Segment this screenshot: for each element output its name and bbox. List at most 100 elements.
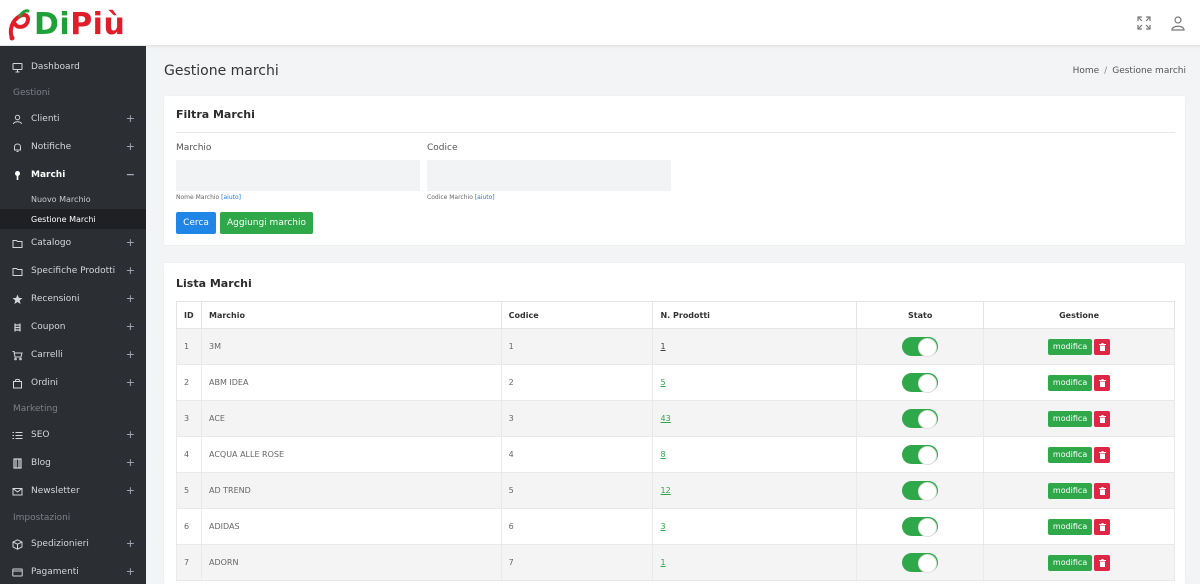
product-count-link[interactable]: 8 bbox=[660, 450, 665, 459]
expand-icon[interactable]: + bbox=[126, 264, 135, 277]
edit-button[interactable]: modifica bbox=[1047, 554, 1093, 571]
breadcrumb-home[interactable]: Home bbox=[1073, 66, 1100, 76]
box-icon bbox=[12, 538, 23, 550]
cell-gestione: modifica bbox=[983, 508, 1175, 545]
sidebar-item-marchi[interactable]: Marchi − bbox=[0, 161, 146, 189]
brand-table: ID Marchio Codice N. Prodotti Stato Gest… bbox=[176, 301, 1175, 581]
edit-button[interactable]: modifica bbox=[1047, 338, 1093, 355]
cell-stato bbox=[856, 400, 985, 437]
expand-icon[interactable]: + bbox=[126, 376, 135, 389]
status-toggle[interactable] bbox=[902, 481, 939, 501]
product-count-link[interactable]: 1 bbox=[660, 342, 665, 351]
status-toggle[interactable] bbox=[902, 373, 939, 393]
column-header-stato[interactable]: Stato bbox=[856, 301, 985, 329]
column-header-codice[interactable]: Codice bbox=[500, 301, 654, 329]
status-toggle[interactable] bbox=[902, 409, 939, 429]
column-header-n-prodotti[interactable]: N. Prodotti bbox=[652, 301, 858, 329]
sidebar-subitem-gestione-marchi[interactable]: Gestione Marchi bbox=[0, 209, 146, 229]
marchio-help-link[interactable]: [aiuto] bbox=[221, 194, 241, 201]
edit-button[interactable]: modifica bbox=[1047, 518, 1093, 535]
trash-icon bbox=[1098, 342, 1106, 351]
column-header-marchio[interactable]: Marchio bbox=[200, 301, 502, 329]
expand-icon[interactable]: + bbox=[126, 537, 135, 550]
collapse-icon[interactable]: − bbox=[126, 168, 135, 181]
status-toggle[interactable] bbox=[902, 445, 939, 465]
sidebar-item-blog[interactable]: Blog + bbox=[0, 449, 146, 477]
expand-icon[interactable]: + bbox=[126, 348, 135, 361]
delete-button[interactable] bbox=[1094, 410, 1111, 427]
status-toggle[interactable] bbox=[902, 337, 939, 357]
sidebar-item-clienti[interactable]: Clienti + bbox=[0, 105, 146, 133]
product-count-link[interactable]: 3 bbox=[660, 522, 665, 531]
sidebar-item-label: Notifiche bbox=[31, 142, 72, 152]
product-count-link[interactable]: 1 bbox=[660, 558, 665, 567]
cell-n-prodotti: 1 bbox=[652, 544, 858, 581]
search-button[interactable]: Cerca bbox=[176, 212, 216, 234]
expand-icon[interactable]: + bbox=[126, 428, 135, 441]
cart-icon bbox=[12, 350, 23, 361]
cell-gestione: modifica bbox=[983, 400, 1175, 437]
sidebar-subitem-nuovo-marchio[interactable]: Nuovo Marchio bbox=[0, 189, 146, 209]
sidebar-item-pagamenti[interactable]: Pagamenti + bbox=[0, 558, 146, 584]
sidebar-item-coupon[interactable]: Coupon + bbox=[0, 313, 146, 341]
breadcrumb-current: Gestione marchi bbox=[1112, 66, 1186, 76]
expand-icon[interactable]: + bbox=[126, 140, 135, 153]
codice-input[interactable] bbox=[427, 160, 671, 191]
status-toggle[interactable] bbox=[902, 517, 939, 537]
cell-codice: 1 bbox=[500, 328, 654, 365]
edit-button[interactable]: modifica bbox=[1047, 410, 1093, 427]
sidebar-item-label: Coupon bbox=[31, 322, 66, 332]
add-brand-button[interactable]: Aggiungi marchio bbox=[220, 212, 313, 234]
sidebar-item-seo[interactable]: SEO + bbox=[0, 421, 146, 449]
product-count-link[interactable]: 43 bbox=[660, 414, 670, 423]
sidebar-item-recensioni[interactable]: Recensioni + bbox=[0, 285, 146, 313]
cell-stato bbox=[856, 472, 985, 509]
sidebar-item-notifiche[interactable]: Notifiche + bbox=[0, 133, 146, 161]
brand-logo[interactable]: DiPiù bbox=[6, 8, 125, 42]
expand-icon[interactable]: + bbox=[126, 236, 135, 249]
expand-icon[interactable]: + bbox=[126, 565, 135, 578]
expand-icon[interactable]: + bbox=[126, 456, 135, 469]
delete-button[interactable] bbox=[1094, 518, 1111, 535]
bag-icon bbox=[12, 378, 23, 389]
cell-marchio: ACQUA ALLE ROSE bbox=[200, 436, 502, 473]
expand-icon[interactable]: + bbox=[126, 112, 135, 125]
product-count-link[interactable]: 12 bbox=[660, 486, 670, 495]
expand-icon[interactable]: + bbox=[126, 320, 135, 333]
cell-id: 7 bbox=[176, 544, 202, 581]
folder-icon bbox=[12, 238, 23, 249]
sidebar-item-ordini[interactable]: Ordini + bbox=[0, 369, 146, 397]
sidebar-item-spedizionieri[interactable]: Spedizionieri + bbox=[0, 530, 146, 558]
cell-marchio: ADORN bbox=[200, 544, 502, 581]
delete-button[interactable] bbox=[1094, 554, 1111, 571]
sidebar-item-newsletter[interactable]: Newsletter + bbox=[0, 477, 146, 505]
sidebar-item-carrelli[interactable]: Carrelli + bbox=[0, 341, 146, 369]
table-row: 5 AD TREND 5 12 modifica bbox=[176, 472, 1175, 509]
sidebar-item-specifiche-prodotti[interactable]: Specifiche Prodotti + bbox=[0, 257, 146, 285]
edit-button[interactable]: modifica bbox=[1047, 446, 1093, 463]
sidebar-item-catalogo[interactable]: Catalogo + bbox=[0, 229, 146, 257]
column-header-id[interactable]: ID bbox=[176, 301, 202, 329]
fullscreen-icon[interactable] bbox=[1136, 15, 1152, 31]
marchio-input[interactable] bbox=[176, 160, 420, 191]
sidebar-item-dashboard[interactable]: Dashboard bbox=[0, 53, 146, 81]
cell-marchio: AD TREND bbox=[200, 472, 502, 509]
codice-help-link[interactable]: [aiuto] bbox=[475, 194, 495, 201]
sidebar-item-label: Ordini bbox=[31, 378, 59, 388]
status-toggle[interactable] bbox=[902, 553, 939, 573]
delete-button[interactable] bbox=[1094, 446, 1111, 463]
sidebar-item-label: Blog bbox=[31, 458, 51, 468]
expand-icon[interactable]: + bbox=[126, 484, 135, 497]
sidebar-item-label: Specifiche Prodotti bbox=[31, 266, 116, 276]
trash-icon bbox=[1098, 414, 1106, 423]
product-count-link[interactable]: 5 bbox=[660, 378, 665, 387]
user-icon[interactable] bbox=[1170, 15, 1186, 31]
delete-button[interactable] bbox=[1094, 338, 1111, 355]
cell-stato bbox=[856, 544, 985, 581]
edit-button[interactable]: modifica bbox=[1047, 374, 1093, 391]
expand-icon[interactable]: + bbox=[126, 292, 135, 305]
edit-button[interactable]: modifica bbox=[1047, 482, 1093, 499]
delete-button[interactable] bbox=[1094, 374, 1111, 391]
cell-codice: 7 bbox=[500, 544, 654, 581]
delete-button[interactable] bbox=[1094, 482, 1111, 499]
